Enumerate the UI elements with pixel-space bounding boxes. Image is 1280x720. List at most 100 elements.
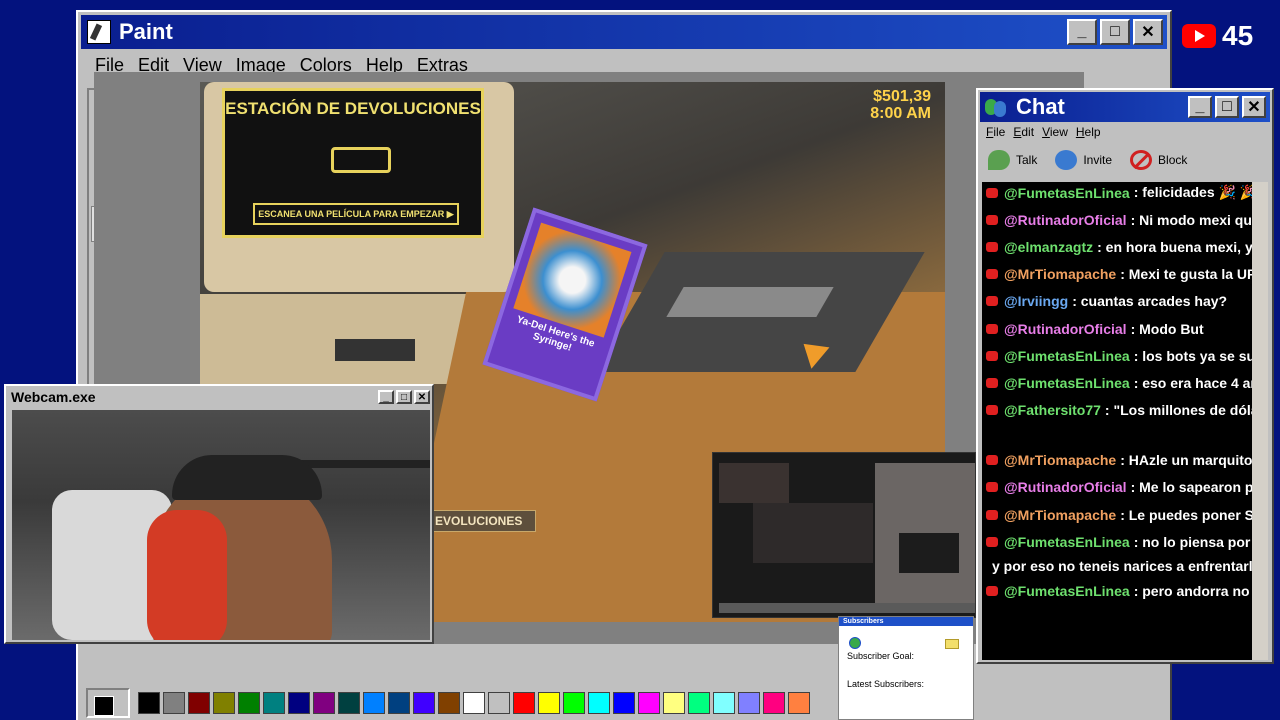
webcam-maximize-button[interactable]: □ [396, 390, 412, 404]
palette-swatch[interactable] [438, 692, 460, 714]
chat-username[interactable]: @FumetasEnLinea [1004, 185, 1130, 201]
chat-menu-help[interactable]: Help [1076, 125, 1101, 139]
youtube-icon [1182, 24, 1216, 48]
swatch-list [138, 692, 813, 714]
color-palette [86, 688, 813, 718]
palette-swatch[interactable] [288, 692, 310, 714]
chat-username[interactable]: @elmanzagtz [1004, 239, 1093, 255]
palette-swatch[interactable] [138, 692, 160, 714]
palette-swatch[interactable] [688, 692, 710, 714]
minimize-button[interactable]: _ [1067, 19, 1097, 45]
picture-in-picture [712, 452, 976, 618]
game-monitor: ESTACIÓN DE DEVOLUCIONES ESCANEA UNA PEL… [204, 82, 514, 292]
chat-scrollbar[interactable] [1252, 182, 1268, 660]
chat-maximize-button[interactable]: □ [1215, 96, 1239, 118]
invite-label: Invite [1083, 153, 1113, 167]
chat-messages: @FumetasEnLinea: felicidades 🎉 🎉 🎉@Rutin… [982, 182, 1268, 660]
chat-username[interactable]: @FumetasEnLinea [1004, 375, 1130, 391]
youtube-dot-icon [986, 378, 998, 388]
chat-username[interactable]: @Irviingg [1004, 293, 1068, 309]
game-time: 8:00 AM [870, 105, 931, 122]
chat-username[interactable]: @RutinadorOficial [1004, 212, 1127, 228]
close-button[interactable]: ✕ [1133, 19, 1163, 45]
chat-text: : Le puedes poner Salseo.c [1120, 507, 1252, 523]
youtube-dot-icon [986, 586, 998, 596]
chat-message: @RutinadorOficial: Modo But [986, 321, 1252, 337]
block-button[interactable]: Block [1130, 150, 1187, 170]
webcam-title: Webcam.exe [11, 389, 96, 405]
palette-swatch[interactable] [313, 692, 335, 714]
maximize-button[interactable]: □ [1100, 19, 1130, 45]
chat-menu-view[interactable]: View [1042, 125, 1068, 139]
palette-swatch[interactable] [363, 692, 385, 714]
chat-message: y por eso no teneis narices a enfrentarl… [992, 558, 1258, 574]
palette-swatch[interactable] [788, 692, 810, 714]
subscriber-goal-label: Subscriber Goal: [847, 651, 915, 661]
palette-swatch[interactable] [738, 692, 760, 714]
paint-titlebar[interactable]: Paint _ □ ✕ [81, 15, 1167, 49]
chat-username[interactable]: @RutinadorOficial [1004, 479, 1127, 495]
scanner-glass [666, 287, 834, 317]
chat-username[interactable]: @MrTiomapache [1004, 266, 1116, 282]
game-screen-button: ESCANEA UNA PELÍCULA PARA EMPEZAR ▶ [253, 203, 459, 225]
youtube-dot-icon [986, 351, 998, 361]
palette-swatch[interactable] [588, 692, 610, 714]
palette-swatch[interactable] [238, 692, 260, 714]
palette-swatch[interactable] [188, 692, 210, 714]
chat-text: : los bots ya se subscrib [1133, 348, 1252, 364]
chat-username[interactable]: @RutinadorOficial [1004, 321, 1127, 337]
talk-button[interactable]: Talk [988, 150, 1037, 170]
game-money: $501,39 [873, 88, 931, 105]
youtube-dot-icon [986, 455, 998, 465]
youtube-dot-icon [986, 324, 998, 334]
subscribers-widget: Subscribers Subscriber Goal: Latest Subs… [838, 616, 974, 720]
palette-swatch[interactable] [213, 692, 235, 714]
palette-swatch[interactable] [638, 692, 660, 714]
palette-swatch[interactable] [263, 692, 285, 714]
webcam-window: Webcam.exe _ □ ✕ [4, 384, 434, 644]
palette-swatch[interactable] [563, 692, 585, 714]
youtube-dot-icon [986, 242, 998, 252]
chat-message: @elmanzagtz: en hora buena mexi, ya ere [986, 239, 1252, 255]
webcam-close-button[interactable]: ✕ [414, 390, 430, 404]
chat-close-button[interactable]: ✕ [1242, 96, 1266, 118]
palette-swatch[interactable] [388, 692, 410, 714]
chat-text: : en hora buena mexi, ya ere [1097, 239, 1252, 255]
chat-text: : Mexi te gusta la UFC? [1120, 266, 1252, 282]
chat-menu-edit[interactable]: Edit [1013, 125, 1034, 139]
palette-swatch[interactable] [163, 692, 185, 714]
chat-username[interactable]: @MrTiomapache [1004, 507, 1116, 523]
chat-menu-file[interactable]: File [986, 125, 1005, 139]
palette-swatch[interactable] [413, 692, 435, 714]
webcam-titlebar[interactable]: Webcam.exe _ □ ✕ [8, 388, 430, 406]
invite-button[interactable]: Invite [1055, 150, 1112, 170]
palette-swatch[interactable] [613, 692, 635, 714]
chat-username[interactable]: @Fathersito77 [1004, 402, 1101, 418]
palette-swatch[interactable] [338, 692, 360, 714]
globe-icon [849, 637, 861, 649]
chat-titlebar[interactable]: Chat _ □ ✕ [980, 92, 1270, 122]
palette-swatch[interactable] [488, 692, 510, 714]
youtube-dot-icon [986, 187, 998, 198]
current-color[interactable] [86, 688, 130, 718]
palette-swatch[interactable] [763, 692, 785, 714]
chat-username[interactable]: @FumetasEnLinea [1004, 534, 1130, 550]
chat-minimize-button[interactable]: _ [1188, 96, 1212, 118]
chat-username[interactable]: @FumetasEnLinea [1004, 583, 1130, 599]
chat-message: @FumetasEnLinea: eso era hace 4 años o m [986, 375, 1252, 391]
palette-swatch[interactable] [513, 692, 535, 714]
webcam-minimize-button[interactable]: _ [378, 390, 394, 404]
pip-panel [719, 603, 975, 613]
chat-username[interactable]: @MrTiomapache [1004, 452, 1116, 468]
paint-title: Paint [119, 19, 173, 44]
palette-swatch[interactable] [663, 692, 685, 714]
talk-label: Talk [1016, 153, 1038, 167]
palette-swatch[interactable] [713, 692, 735, 714]
chat-title: Chat [1016, 94, 1065, 119]
paint-app-icon [87, 20, 111, 44]
returns-sign: EVOLUCIONES [428, 510, 536, 532]
palette-swatch[interactable] [538, 692, 560, 714]
chat-menubar: File Edit View Help [980, 122, 1270, 142]
palette-swatch[interactable] [463, 692, 485, 714]
chat-username[interactable]: @FumetasEnLinea [1004, 348, 1130, 364]
